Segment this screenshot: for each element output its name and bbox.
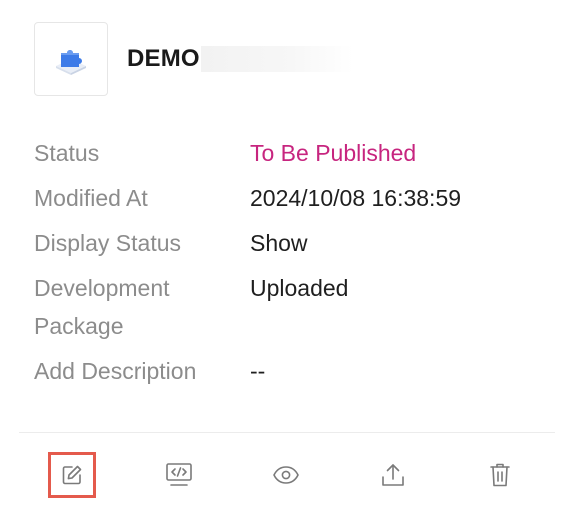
detail-label: Display Status <box>34 230 182 256</box>
detail-label: Development Package <box>34 275 170 339</box>
app-logo <box>34 22 108 96</box>
app-card: DEMO Status To Be Published Modified At … <box>0 0 570 508</box>
detail-row-description: Add Description -- <box>34 352 461 390</box>
eye-icon <box>272 464 300 486</box>
detail-row-display-status: Display Status Show <box>34 224 461 262</box>
puzzle-piece-icon <box>51 37 91 82</box>
action-bar <box>0 433 570 508</box>
display-status-value: Show <box>250 230 308 256</box>
detail-row-status: Status To Be Published <box>34 134 461 172</box>
code-button[interactable] <box>155 452 203 498</box>
detail-label: Modified At <box>34 185 148 211</box>
description-value: -- <box>250 358 266 384</box>
app-title-wrap: DEMO <box>127 45 353 73</box>
detail-row-development-package: Development Package Uploaded <box>34 269 461 345</box>
trash-icon <box>489 462 511 488</box>
detail-row-modified: Modified At 2024/10/08 16:38:59 <box>34 179 461 217</box>
code-icon <box>165 462 193 488</box>
modified-at-value: 2024/10/08 16:38:59 <box>250 185 462 211</box>
development-package-value: Uploaded <box>250 275 349 301</box>
status-value: To Be Published <box>250 140 417 166</box>
delete-button[interactable] <box>476 452 524 498</box>
app-title: DEMO <box>127 45 200 72</box>
detail-label: Status <box>34 140 100 166</box>
edit-icon <box>60 463 84 487</box>
upload-icon <box>380 462 406 488</box>
preview-button[interactable] <box>262 452 310 498</box>
edit-button[interactable] <box>48 452 96 498</box>
details-list: Status To Be Published Modified At 2024/… <box>34 134 461 390</box>
app-header: DEMO <box>34 22 353 96</box>
detail-label[interactable]: Add Description <box>34 352 250 390</box>
upload-button[interactable] <box>369 452 417 498</box>
redacted-title-region <box>200 46 353 72</box>
